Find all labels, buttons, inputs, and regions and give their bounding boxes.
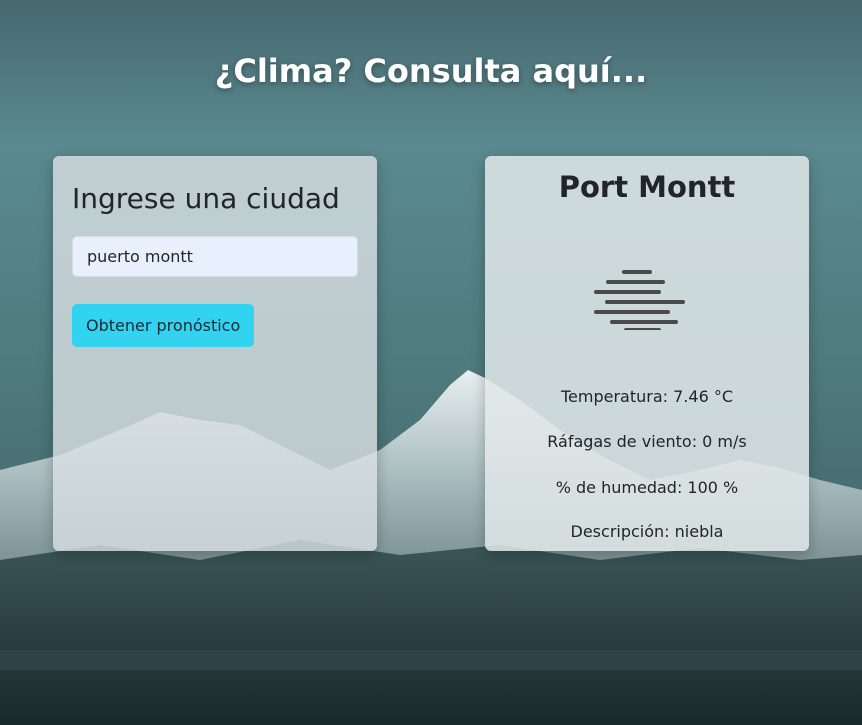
humidity-text: % de humedad: 100 % <box>555 478 739 497</box>
page-title: ¿Clima? Consulta aquí... <box>214 52 648 90</box>
fog-icon <box>594 270 685 330</box>
search-card: Ingrese una ciudad Obtener pronóstico <box>53 156 377 551</box>
search-heading: Ingrese una ciudad <box>72 182 340 215</box>
temperature-text: Temperatura: 7.46 °C <box>560 387 734 406</box>
city-name: Port Montt <box>558 170 736 204</box>
get-forecast-button[interactable]: Obtener pronóstico <box>72 304 255 347</box>
description-text: Descripción: niebla <box>570 522 724 541</box>
city-input[interactable] <box>72 236 358 277</box>
weather-card: Port Montt Temperatura: 7.46 °C Ráfagas … <box>485 156 809 551</box>
wind-text: Ráfagas de viento: 0 m/s <box>547 432 747 451</box>
